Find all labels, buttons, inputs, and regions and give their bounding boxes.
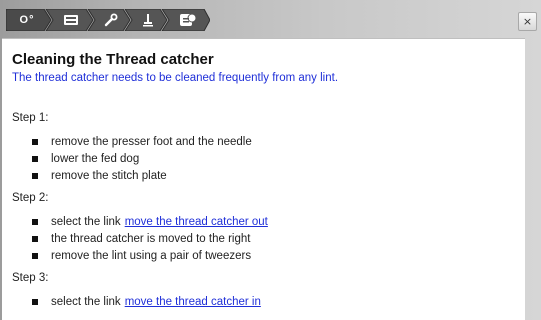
close-icon: × [522,15,533,28]
bullet-icon [32,156,38,162]
close-button[interactable]: × [518,12,537,31]
list-item: lower the fed dog [32,153,139,165]
step-2-label: Step 2: [12,192,49,204]
crumb-thread[interactable]: O° [10,9,44,31]
list-item: remove the stitch plate [32,170,167,182]
move-thread-catcher-out-link[interactable]: move the thread catcher out [125,216,268,228]
machine-icon [64,15,78,25]
breadcrumb-toolbar: O° [6,9,210,31]
bullet-icon [32,299,38,305]
move-thread-catcher-in-link[interactable]: move the thread catcher in [125,296,261,308]
page-title: Cleaning the Thread catcher [12,51,214,68]
tools-icon [104,13,118,27]
step-1-label: Step 1: [12,112,49,124]
list-item: the thread catcher is moved to the right [32,233,250,245]
list-item-text: remove the lint using a pair of tweezers [51,250,252,262]
crumb-help[interactable] [171,9,205,31]
list-item-text: remove the presser foot and the needle [51,136,252,148]
help-icon [180,13,197,26]
list-item: remove the presser foot and the needle [32,136,252,148]
list-item-text: select the link [51,296,121,308]
bullet-icon [32,236,38,242]
bullet-icon [32,219,38,225]
list-item-text: remove the stitch plate [51,170,167,182]
list-item: select the link move the thread catcher … [32,216,268,228]
page-subtitle: The thread catcher needs to be cleaned f… [12,72,339,84]
list-item: remove the lint using a pair of tweezers [32,250,251,262]
list-item-text: select the link [51,216,121,228]
step-3-label: Step 3: [12,272,49,284]
list-item-text: the thread catcher is moved to the right [51,233,251,245]
list-item: select the link move the thread catcher … [32,296,261,308]
crumb-presser-foot[interactable] [133,9,163,31]
bullet-icon [32,173,38,179]
crumb-machine[interactable] [54,9,88,31]
list-item-text: lower the fed dog [51,153,140,165]
needle-thread-icon: O° [19,14,35,26]
bullet-icon [32,253,38,259]
crumb-tools[interactable] [96,9,126,31]
help-content-panel: Cleaning the Thread catcher The thread c… [2,38,525,320]
presser-foot-icon [143,14,153,27]
bullet-icon [32,139,38,145]
